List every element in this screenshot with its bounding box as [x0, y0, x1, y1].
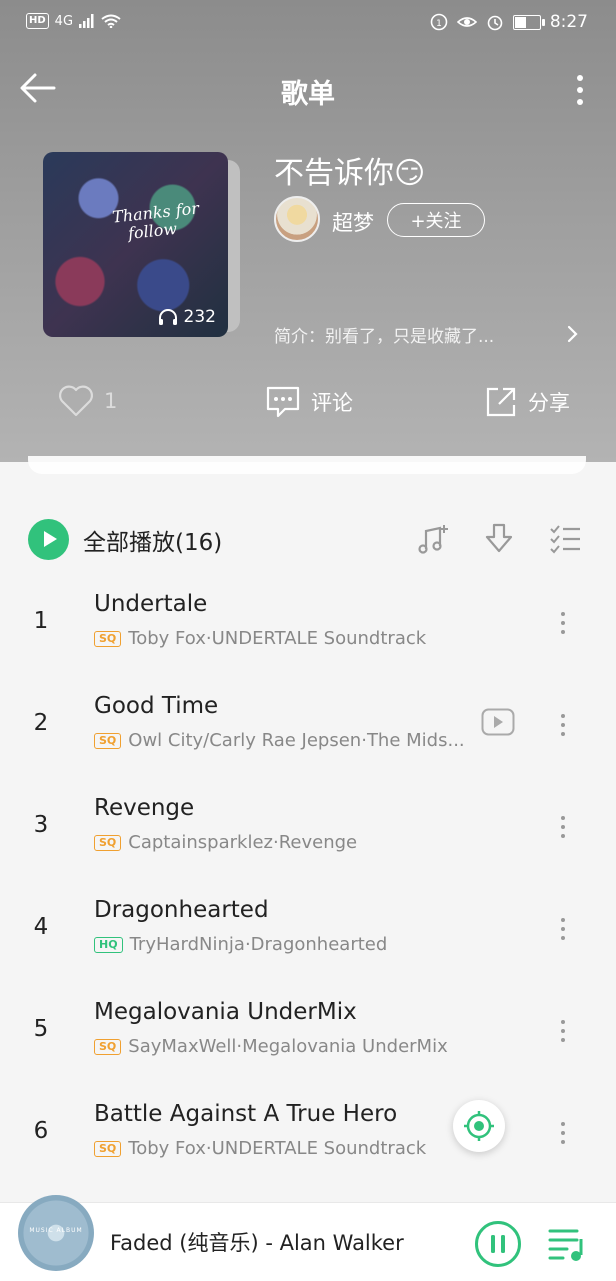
comment-button[interactable]: 评论: [265, 385, 353, 419]
follow-button[interactable]: +关注: [387, 203, 485, 237]
clock-time: 8:27: [549, 12, 588, 32]
song-meta: SQ Toby Fox·UNDERTALE Soundtrack: [94, 628, 426, 649]
song-artist-album: TryHardNinja·Dragonhearted: [129, 934, 388, 955]
song-artist-album: SayMaxWell·Megalovania UnderMix: [128, 1036, 448, 1057]
song-more-icon[interactable]: [555, 912, 571, 946]
song-row[interactable]: 3 Revenge SQ Captainsparklez·Revenge: [0, 782, 616, 884]
video-play-icon[interactable]: [481, 708, 515, 736]
song-title: Revenge: [94, 795, 195, 821]
play-count: 232: [158, 307, 216, 327]
song-meta: SQ SayMaxWell·Megalovania UnderMix: [94, 1036, 448, 1057]
song-index: 6: [33, 1118, 49, 1144]
song-row[interactable]: 5 Megalovania UnderMix SQ SayMaxWell·Megalo…: [0, 986, 616, 1088]
quality-badge: SQ: [94, 732, 122, 749]
alarm-icon: [487, 15, 503, 31]
hd-indicator: HD: [26, 13, 49, 29]
chevron-right-icon[interactable]: [565, 324, 581, 344]
playlist-queue-icon[interactable]: [547, 1225, 587, 1263]
quality-badge: SQ: [94, 1140, 122, 1157]
battery-icon: [512, 14, 545, 30]
playlist-name: 不告诉你😏: [274, 156, 426, 191]
song-more-icon[interactable]: [555, 606, 571, 640]
locate-current-button[interactable]: [453, 1100, 505, 1152]
song-artist-album: Captainsparklez·Revenge: [128, 832, 358, 853]
song-row[interactable]: 1 Undertale SQ Toby Fox·UNDERTALE Soundtrac…: [0, 578, 616, 680]
song-artist-album: Toby Fox·UNDERTALE Soundtrack: [128, 628, 427, 649]
cover-caption: Thanks for follow: [111, 198, 200, 243]
heart-icon: [59, 385, 93, 417]
song-more-icon[interactable]: [555, 1014, 571, 1048]
mini-player[interactable]: MUSIC ALBUM Faded (纯音乐) - Alan Walker: [0, 1195, 616, 1281]
song-index: 4: [33, 914, 49, 940]
multi-select-icon[interactable]: [548, 521, 582, 557]
smirk-emoji: 😏: [394, 156, 426, 191]
song-artist-album: Toby Fox·UNDERTALE Soundtrack: [128, 1138, 427, 1159]
quality-badge: HQ: [94, 936, 123, 953]
song-title: Megalovania UnderMix: [94, 999, 357, 1025]
song-meta: SQ Toby Fox·UNDERTALE Soundtrack: [94, 1138, 426, 1159]
play-circle-icon: [28, 519, 69, 560]
song-row[interactable]: 6 Battle Against A True Hero SQ Toby Fox·UN…: [0, 1088, 616, 1190]
like-button[interactable]: 1: [58, 385, 117, 417]
locate-icon: [464, 1111, 494, 1141]
song-index: 3: [33, 812, 49, 838]
playlist-cover[interactable]: Thanks for follow 232: [43, 152, 228, 337]
song-meta: SQ Captainsparklez·Revenge: [94, 832, 357, 853]
song-index: 1: [33, 608, 49, 634]
song-title: Good Time: [94, 693, 219, 719]
song-meta: HQ TryHardNinja·Dragonhearted: [94, 934, 387, 955]
song-index: 2: [33, 710, 49, 736]
share-icon: [486, 387, 516, 417]
like-count: 1: [104, 389, 118, 413]
song-row[interactable]: 4 Dragonhearted HQ TryHardNinja·Dragonheart…: [0, 884, 616, 986]
signal-icon: [79, 14, 94, 28]
song-more-icon[interactable]: [555, 708, 571, 742]
song-artist-album: Owl City/Carly Rae Jepsen·The Mids...: [128, 730, 465, 751]
data-saver-icon: 1: [430, 13, 448, 31]
status-bar: HD 4G 1 8:27: [0, 0, 616, 48]
song-index: 5: [33, 1016, 49, 1042]
quality-badge: SQ: [94, 630, 122, 647]
playlist-description[interactable]: 简介：别看了，只是收藏了...: [274, 322, 574, 347]
network-type: 4G: [54, 13, 74, 29]
creator-name[interactable]: 超梦: [332, 207, 374, 237]
wifi-icon: [101, 14, 121, 28]
quality-badge: SQ: [94, 1038, 122, 1055]
quality-badge: SQ: [94, 834, 122, 851]
song-row[interactable]: 2 Good Time SQ Owl City/Carly Rae Jepsen·Th…: [0, 680, 616, 782]
svg-text:1: 1: [436, 19, 442, 29]
eye-comfort-icon: [456, 17, 477, 27]
song-title: Dragonhearted: [94, 897, 269, 923]
avatar[interactable]: [274, 196, 320, 242]
player-album-art[interactable]: MUSIC ALBUM: [18, 1195, 94, 1271]
song-meta: SQ Owl City/Carly Rae Jepsen·The Mids...: [94, 730, 465, 751]
song-title: Undertale: [94, 591, 208, 617]
song-more-icon[interactable]: [555, 1116, 571, 1150]
song-more-icon[interactable]: [555, 810, 571, 844]
comment-icon: [266, 386, 300, 418]
song-title: Battle Against A True Hero: [94, 1101, 398, 1127]
now-playing-title[interactable]: Faded (纯音乐) - Alan Walker: [110, 1227, 404, 1257]
headphones-icon: [158, 309, 177, 325]
share-button[interactable]: 分享: [484, 385, 570, 419]
page-title: 歌单: [281, 79, 335, 110]
add-music-icon[interactable]: [416, 521, 450, 557]
pause-icon[interactable]: [474, 1220, 522, 1268]
card-edge: [28, 456, 586, 474]
play-all-button[interactable]: 全部播放(16): [28, 519, 222, 560]
more-vertical-icon[interactable]: [570, 70, 590, 110]
download-icon[interactable]: [482, 521, 516, 557]
